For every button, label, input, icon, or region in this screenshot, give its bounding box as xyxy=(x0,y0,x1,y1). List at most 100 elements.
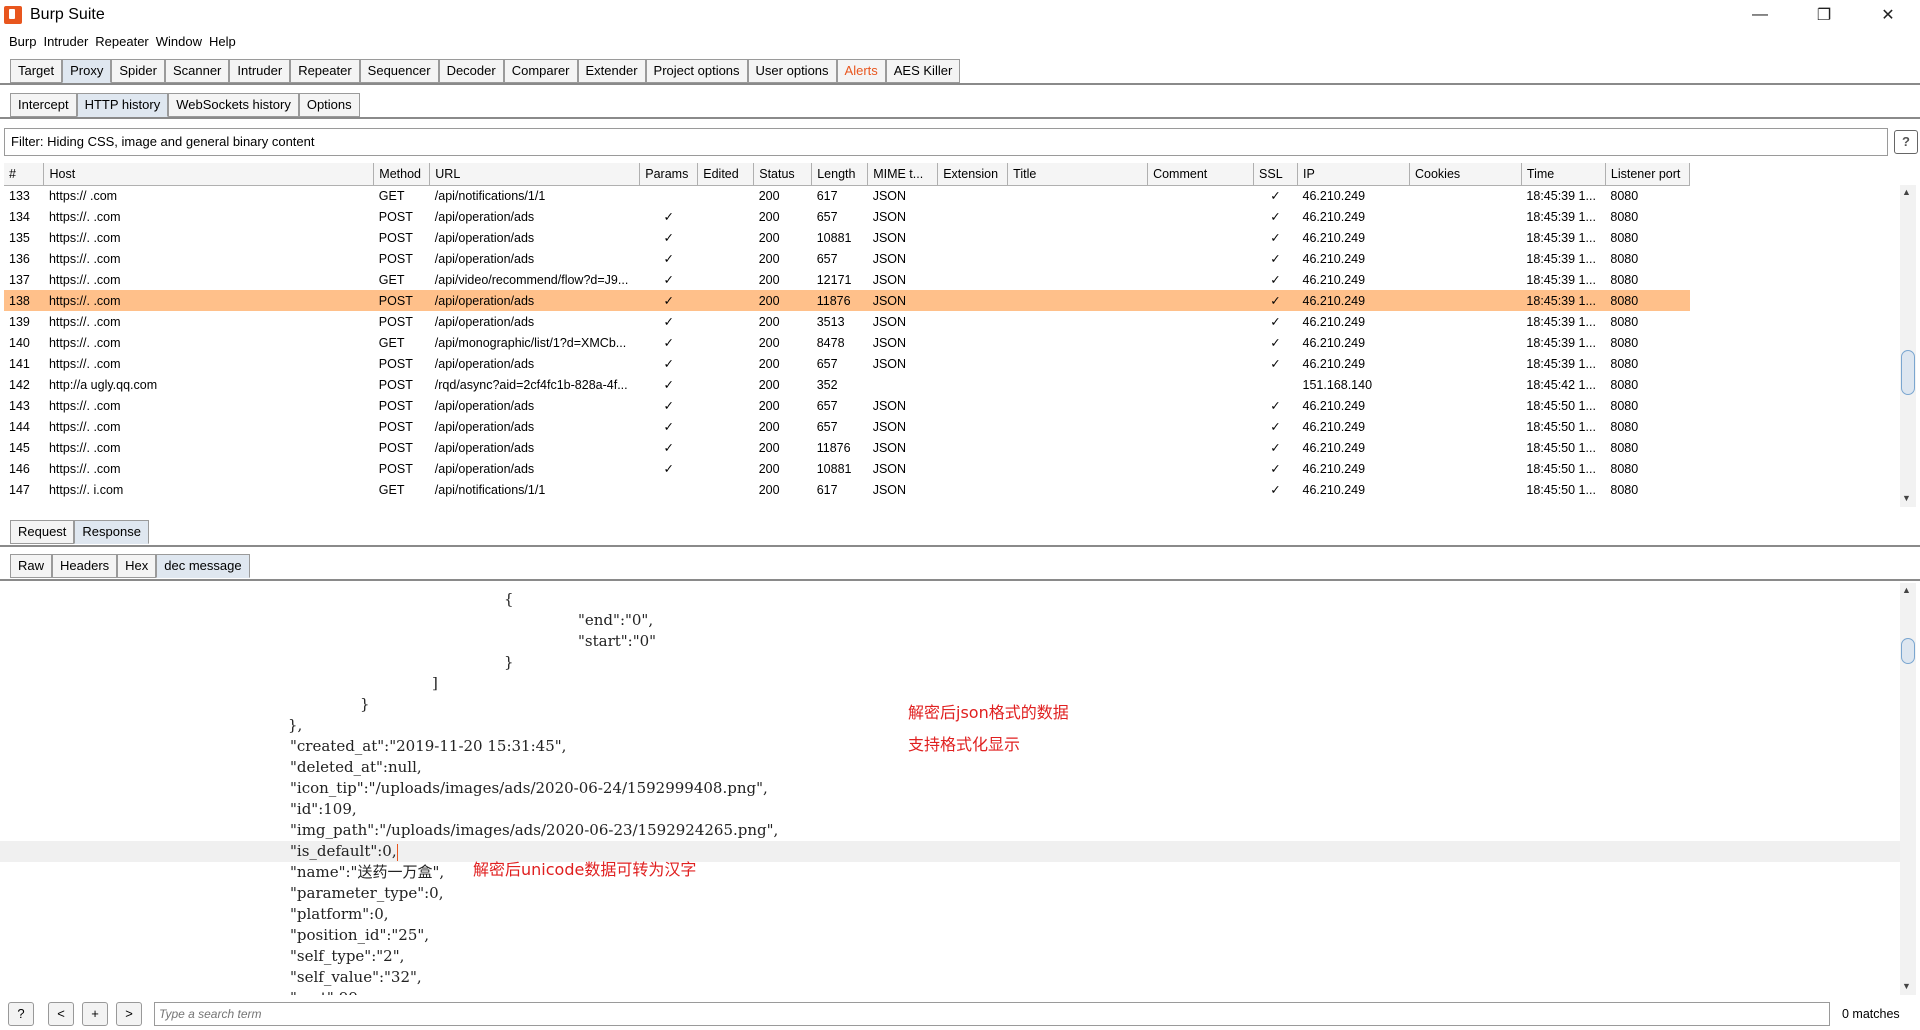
menu-window[interactable]: Window xyxy=(156,34,202,49)
view-tab-hex[interactable]: Hex xyxy=(117,554,157,578)
tab-project-options[interactable]: Project options xyxy=(645,59,748,83)
tab-target[interactable]: Target xyxy=(10,59,63,83)
cell-params: ✓ xyxy=(663,378,674,392)
view-tab-headers[interactable]: Headers xyxy=(52,554,118,578)
tab-decoder[interactable]: Decoder xyxy=(438,59,504,83)
cell-ext xyxy=(938,479,1008,500)
table-row[interactable]: 144 https://. .com POST/api/operation/ads ✓… xyxy=(4,416,1690,437)
response-message-editor[interactable]: "sort":99 "self_value":"32", "self_type":"… xyxy=(0,583,1916,995)
table-row[interactable]: 133 https:// .com GET/api/notifications/1/… xyxy=(4,185,1690,206)
table-row[interactable]: 134 https://. .com POST/api/operation/ads ✓… xyxy=(4,206,1690,227)
table-row[interactable]: 135 https://. .com POST/api/operation/ads ✓… xyxy=(4,227,1690,248)
tab-sequencer[interactable]: Sequencer xyxy=(359,59,439,83)
column-header[interactable]: Length xyxy=(811,163,869,186)
cell-comment xyxy=(1148,311,1254,332)
column-header[interactable]: Method xyxy=(373,163,431,186)
pane-splitter[interactable] xyxy=(0,510,1920,516)
menu-burp[interactable]: Burp xyxy=(9,34,36,49)
message-tab-response[interactable]: Response xyxy=(74,520,149,544)
proxy-tab-http-history[interactable]: HTTP history xyxy=(76,93,169,117)
tab-alerts[interactable]: Alerts xyxy=(836,59,886,83)
cell-ext xyxy=(938,458,1008,479)
table-row[interactable]: 145 https://. .com POST/api/operation/ads ✓… xyxy=(4,437,1690,458)
table-row[interactable]: 147 https://. i.com GET/api/notifications/… xyxy=(4,479,1690,500)
table-row[interactable]: 140 https://. .com GET/api/monographic/lis… xyxy=(4,332,1690,353)
message-tab-request[interactable]: Request xyxy=(10,520,75,544)
cell-url: /api/monographic/list/1?d=XMCb... xyxy=(434,335,627,350)
cell-port: 8080 xyxy=(1605,290,1690,311)
column-header[interactable]: # xyxy=(4,163,45,186)
tab-spider[interactable]: Spider xyxy=(111,59,165,83)
search-help-button[interactable]: ? xyxy=(8,1002,34,1026)
table-row[interactable]: 136 https://. .com POST/api/operation/ads ✓… xyxy=(4,248,1690,269)
table-row[interactable]: 143 https://. .com POST/api/operation/ads ✓… xyxy=(4,395,1690,416)
tab-comparer[interactable]: Comparer xyxy=(503,59,578,83)
history-scrollbar[interactable]: ▲ ▼ xyxy=(1900,185,1916,507)
view-tab-raw[interactable]: Raw xyxy=(10,554,53,578)
tab-intruder[interactable]: Intruder xyxy=(229,59,291,83)
restore-button[interactable]: ❐ xyxy=(1792,0,1856,30)
scrollbar-thumb[interactable] xyxy=(1901,638,1915,664)
tab-scanner[interactable]: Scanner xyxy=(164,59,230,83)
cell-params: ✓ xyxy=(663,357,674,371)
menu-repeater[interactable]: Repeater xyxy=(95,34,148,49)
scrollbar-thumb[interactable] xyxy=(1901,350,1915,395)
view-tab-dec-message[interactable]: dec message xyxy=(156,554,250,578)
minimize-button[interactable]: — xyxy=(1728,0,1792,30)
table-row[interactable]: 137 https://. .com GET/api/video/recommend… xyxy=(4,269,1690,290)
scroll-down-icon[interactable]: ▼ xyxy=(1902,493,1911,503)
scroll-down-icon[interactable]: ▼ xyxy=(1902,981,1911,991)
cell-ip: 151.168.140 xyxy=(1302,377,1373,392)
column-header[interactable]: SSL xyxy=(1253,163,1299,186)
message-scrollbar[interactable]: ▲ ▼ xyxy=(1900,583,1916,995)
column-header[interactable]: URL xyxy=(429,163,641,186)
column-header[interactable]: Edited xyxy=(697,163,755,186)
column-header[interactable]: Time xyxy=(1521,163,1606,186)
tab-user-options[interactable]: User options xyxy=(747,59,837,83)
filter-bar[interactable]: Filter: Hiding CSS, image and general bi… xyxy=(4,128,1888,156)
tab-proxy[interactable]: Proxy xyxy=(62,59,112,83)
column-header[interactable]: MIME t... xyxy=(867,163,939,186)
tab-extender[interactable]: Extender xyxy=(577,59,646,83)
search-input[interactable] xyxy=(154,1002,1830,1026)
table-row[interactable]: 146 https://. .com POST/api/operation/ads ✓… xyxy=(4,458,1690,479)
menu-intruder[interactable]: Intruder xyxy=(43,34,88,49)
cell-title xyxy=(1008,395,1148,416)
proxy-tab-options[interactable]: Options xyxy=(298,93,360,117)
table-row[interactable]: 141 https://. .com POST/api/operation/ads ✓… xyxy=(4,353,1690,374)
table-row[interactable]: 142 http://a ugly.qq.com POST/rqd/async?ai… xyxy=(4,374,1690,395)
column-header[interactable]: Cookies xyxy=(1409,163,1522,186)
close-button[interactable]: ✕ xyxy=(1856,0,1920,30)
cell-ssl: ✓ xyxy=(1270,231,1281,245)
search-prev-button[interactable]: < xyxy=(48,1002,74,1026)
table-row[interactable]: 138 https://. .com POST/api/operation/ads ✓… xyxy=(4,290,1690,311)
cell-url: /api/notifications/1/1 xyxy=(434,188,546,203)
search-add-button[interactable]: + xyxy=(82,1002,108,1026)
annotation-format-display: 支持格式化显示 xyxy=(908,735,1021,754)
main-tab-bar: Target Proxy Spider Scanner Intruder Repeater… xyxy=(0,59,1920,85)
column-header[interactable]: Extension xyxy=(937,163,1009,186)
column-header[interactable]: Status xyxy=(753,163,813,186)
table-row[interactable]: 139 https://. .com POST/api/operation/ads ✓… xyxy=(4,311,1690,332)
scroll-up-icon[interactable]: ▲ xyxy=(1902,585,1911,595)
cell-ssl: ✓ xyxy=(1270,252,1281,266)
message-line-text: "platform":0, xyxy=(290,905,389,923)
proxy-tab-websockets-history[interactable]: WebSockets history xyxy=(168,93,299,117)
column-header[interactable]: IP xyxy=(1297,163,1410,186)
menu-help[interactable]: Help xyxy=(209,34,236,49)
cell-params: ✓ xyxy=(663,336,674,350)
cell-ext xyxy=(938,248,1008,269)
proxy-tab-intercept[interactable]: Intercept xyxy=(10,93,77,117)
search-next-button[interactable]: > xyxy=(116,1002,142,1026)
column-header[interactable]: Host xyxy=(43,163,375,186)
cell-params: ✓ xyxy=(663,231,674,245)
tab-repeater[interactable]: Repeater xyxy=(290,59,360,83)
cell-status: 200 xyxy=(758,356,780,371)
tab-aes-killer[interactable]: AES Killer xyxy=(885,59,961,83)
column-header[interactable]: Listener port xyxy=(1605,163,1690,186)
scroll-up-icon[interactable]: ▲ xyxy=(1902,187,1911,197)
column-header[interactable]: Title xyxy=(1007,163,1149,186)
column-header[interactable]: Params xyxy=(639,163,699,186)
filter-help-button[interactable]: ? xyxy=(1894,130,1918,154)
column-header[interactable]: Comment xyxy=(1147,163,1255,186)
